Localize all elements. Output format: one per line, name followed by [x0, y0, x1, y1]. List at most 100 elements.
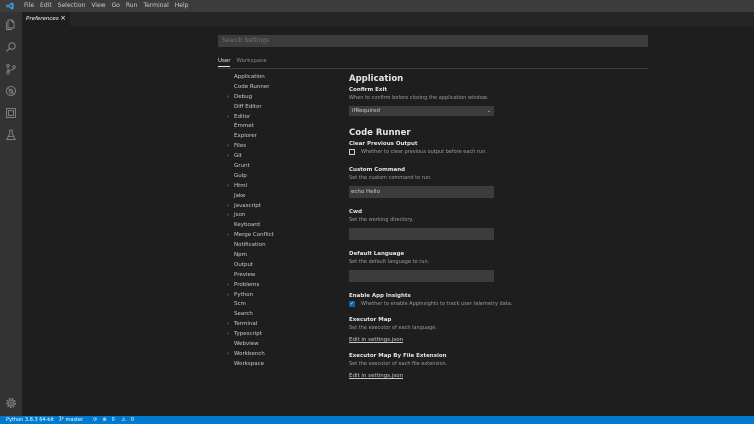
- chevron-right-icon[interactable]: ›: [227, 211, 229, 221]
- extensions-icon[interactable]: [4, 106, 18, 120]
- toc-item-code-runner[interactable]: Code Runner: [226, 83, 336, 93]
- settings-content: Application Confirm Exit When to confirm…: [349, 72, 649, 380]
- menu-terminal[interactable]: Terminal: [143, 0, 168, 12]
- toc-item-jake[interactable]: Jake: [226, 192, 336, 202]
- source-control-icon[interactable]: [4, 62, 18, 76]
- menu-file[interactable]: File: [24, 0, 34, 12]
- toc-item-search[interactable]: Search: [226, 310, 336, 320]
- toc-item-javascript[interactable]: › Javascript: [226, 202, 336, 212]
- toc-item-webview[interactable]: Webview: [226, 340, 336, 350]
- chevron-right-icon[interactable]: ›: [227, 142, 229, 152]
- chevron-right-icon[interactable]: ›: [227, 281, 229, 291]
- error-icon: ⊗: [102, 417, 107, 423]
- chevron-right-icon[interactable]: ›: [227, 350, 229, 360]
- problems-status[interactable]: ⊗ 0 ⚠ 0: [102, 416, 139, 424]
- toc-item-label: Jake: [234, 192, 246, 199]
- toc-item-git[interactable]: › Git: [226, 152, 336, 162]
- tab-preferences[interactable]: Preferences ×: [22, 12, 70, 26]
- chevron-right-icon[interactable]: ›: [227, 330, 229, 340]
- menu-go[interactable]: Go: [112, 0, 120, 12]
- toc-item-npm[interactable]: Npm: [226, 251, 336, 261]
- toc-item-files[interactable]: › Files: [226, 142, 336, 152]
- toc-item-label: Javascript: [234, 202, 261, 209]
- tab-workspace[interactable]: Workspace: [237, 58, 267, 68]
- toc-item-preview[interactable]: Preview: [226, 271, 336, 281]
- setting-title: Executor Map By File Extension: [349, 353, 447, 359]
- chevron-right-icon[interactable]: ›: [227, 152, 229, 162]
- enable-app-insights-checkbox[interactable]: ✓: [349, 301, 355, 307]
- toc-item-label: Scm: [234, 301, 246, 308]
- toc-item-workspace[interactable]: Workspace: [226, 360, 336, 370]
- confirm-exit-dropdown[interactable]: ifRequired ⌄: [349, 106, 494, 116]
- default-language-input[interactable]: [349, 270, 494, 282]
- toc-item-json[interactable]: › Json: [226, 211, 336, 221]
- toc-item-workbench[interactable]: › Workbench: [226, 350, 336, 360]
- cwd-input[interactable]: [349, 228, 494, 240]
- edit-in-settings-json-link[interactable]: Edit in settings.json: [349, 336, 649, 344]
- toc-item-html[interactable]: › Html: [226, 182, 336, 192]
- setting-title: Cwd: [349, 209, 363, 215]
- warning-icon: ⚠: [121, 417, 126, 423]
- search-settings-input[interactable]: [218, 35, 648, 47]
- toc-item-emmet[interactable]: Emmet: [226, 122, 336, 132]
- toc-item-grunt[interactable]: Grunt: [226, 162, 336, 172]
- chevron-right-icon[interactable]: ›: [227, 93, 229, 103]
- clear-previous-output-checkbox[interactable]: [349, 149, 355, 155]
- toc-item-editor[interactable]: › Editor: [226, 113, 336, 123]
- toc-item-label: Diff Editor: [234, 103, 262, 110]
- chevron-right-icon[interactable]: ›: [227, 202, 229, 212]
- branch-status[interactable]: master: [59, 415, 88, 424]
- close-icon[interactable]: ×: [60, 15, 66, 22]
- toc-item-problems[interactable]: › Problems: [226, 281, 336, 291]
- setting-description: Whether to clear previous output before …: [361, 149, 487, 155]
- setting-title: Default Language: [349, 251, 405, 257]
- toc-item-application[interactable]: Application: [226, 73, 336, 83]
- menu-view[interactable]: View: [91, 0, 105, 12]
- custom-command-input[interactable]: echo Hello: [349, 186, 494, 198]
- menu-edit[interactable]: Edit: [40, 0, 52, 12]
- testing-flask-icon[interactable]: [4, 128, 18, 142]
- section-title-application: Application: [349, 74, 404, 84]
- toc-item-debug[interactable]: › Debug: [226, 93, 336, 103]
- chevron-right-icon[interactable]: ›: [227, 320, 229, 330]
- toc-item-merge-conflict[interactable]: › Merge Conflict: [226, 231, 336, 241]
- menu-selection[interactable]: Selection: [58, 0, 86, 12]
- setting-description: Set the executor of each file extension.: [349, 361, 448, 367]
- active-tab-indicator: [218, 66, 230, 67]
- setting-title: Enable App Insights: [349, 293, 411, 299]
- toc-item-terminal[interactable]: › Terminal: [226, 320, 336, 330]
- toc-item-label: Search: [234, 311, 253, 318]
- toc-item-label: Grunt: [234, 163, 250, 170]
- toc-item-scm[interactable]: Scm: [226, 300, 336, 310]
- toc-item-output[interactable]: Output: [226, 261, 336, 271]
- sync-icon[interactable]: ⟳: [93, 416, 97, 424]
- chevron-right-icon[interactable]: ›: [227, 291, 229, 301]
- toc-item-explorer[interactable]: Explorer: [226, 132, 336, 142]
- toc-item-label: Terminal: [234, 321, 258, 328]
- toc-item-label: Debug: [234, 93, 253, 100]
- setting-description: Whether to enable AppInsights to track u…: [361, 301, 513, 307]
- toc-item-label: Preview: [234, 271, 256, 278]
- toc-item-python[interactable]: › Python: [226, 291, 336, 301]
- chevron-right-icon[interactable]: ›: [227, 231, 229, 241]
- toc-item-typescript[interactable]: › Typescript: [226, 330, 336, 340]
- toc-item-notification[interactable]: Notification: [226, 241, 336, 251]
- gear-icon[interactable]: [4, 396, 18, 410]
- chevron-right-icon[interactable]: ›: [227, 113, 229, 123]
- chevron-right-icon[interactable]: ›: [227, 182, 229, 192]
- settings-editor: User Workspace ApplicationCode Runner›De…: [22, 26, 754, 416]
- python-interpreter-status[interactable]: Python 3.8.3 64-bit: [6, 416, 54, 424]
- toc-item-keyboard[interactable]: Keyboard: [226, 221, 336, 231]
- menu-run[interactable]: Run: [126, 0, 138, 12]
- setting-title: Clear Previous Output: [349, 141, 418, 147]
- edit-in-settings-json-link[interactable]: Edit in settings.json: [349, 372, 649, 380]
- toc-item-label: Npm: [234, 252, 247, 259]
- search-icon[interactable]: [4, 40, 18, 54]
- toc-item-label: Explorer: [234, 133, 257, 140]
- menu-help[interactable]: Help: [175, 0, 189, 12]
- debug-icon[interactable]: [4, 84, 18, 98]
- toc-item-gulp[interactable]: Gulp: [226, 172, 336, 182]
- setting-description: Set the custom command to run.: [349, 175, 432, 181]
- toc-item-diff-editor[interactable]: Diff Editor: [226, 103, 336, 113]
- explorer-icon[interactable]: [4, 18, 18, 32]
